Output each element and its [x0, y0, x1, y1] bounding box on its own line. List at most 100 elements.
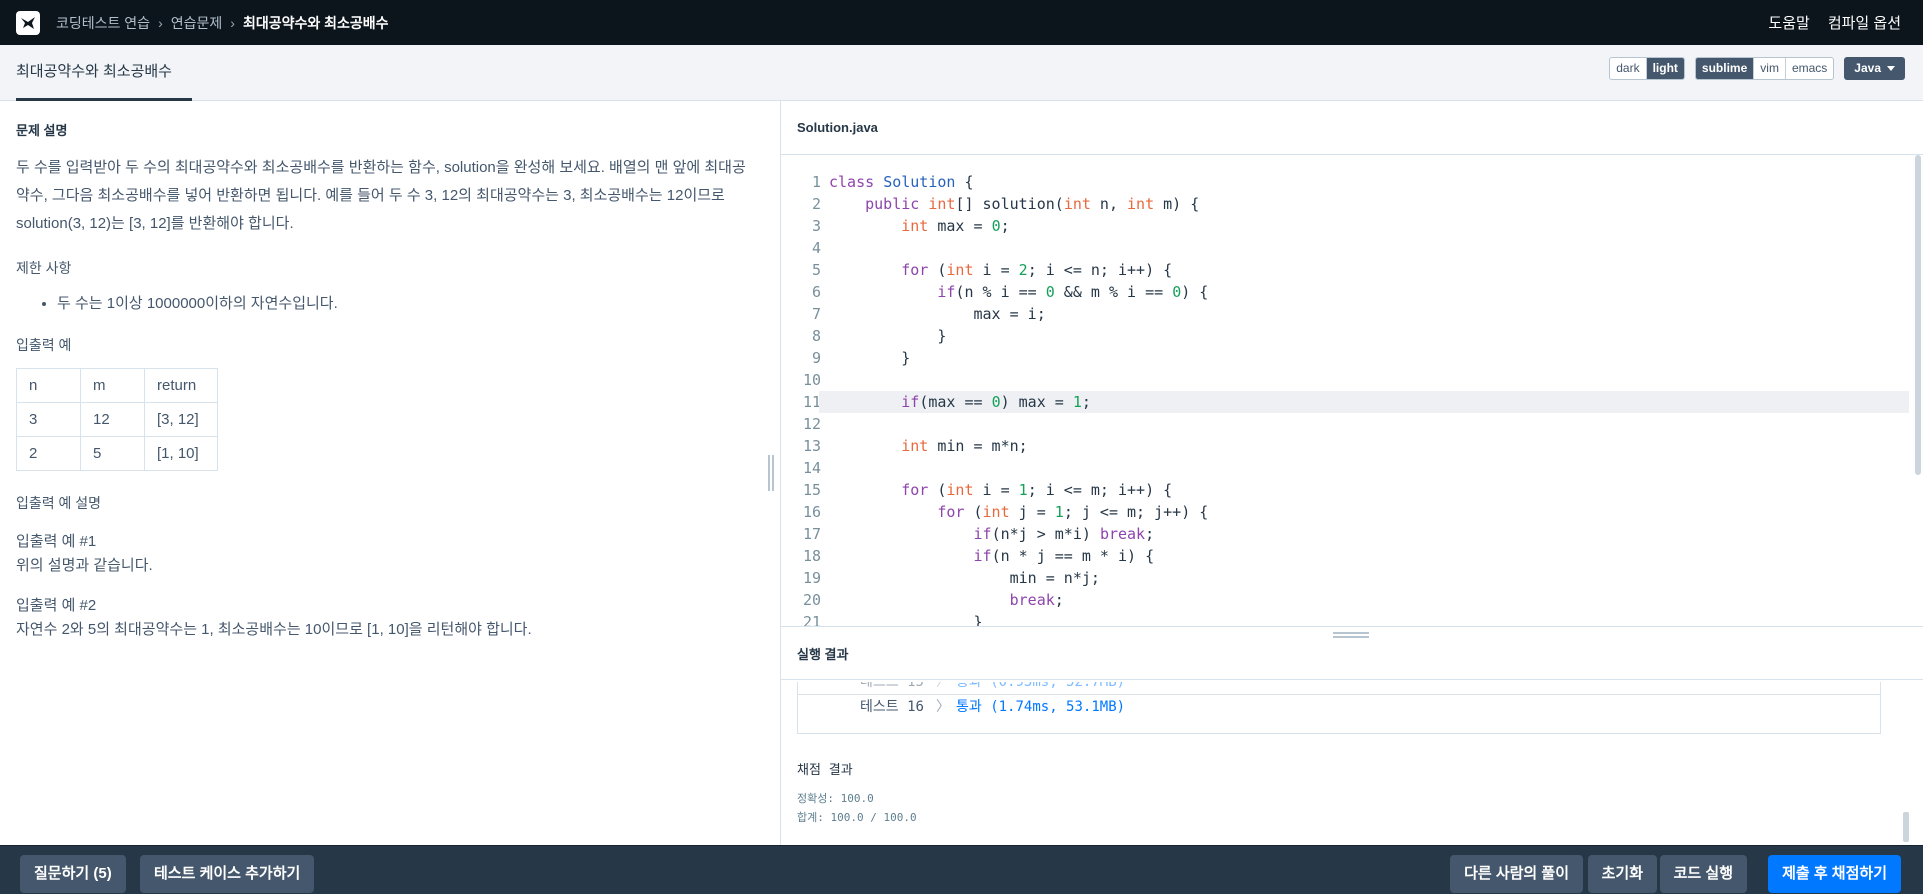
line-number: 4	[811, 239, 821, 257]
constraint-item: 두 수는 1이상 1000000이하의 자연수입니다.	[57, 292, 764, 313]
test-status: 통과 (0.93ms, 52.7MB)	[956, 682, 1126, 690]
line-number: 1	[811, 173, 821, 191]
table-row: 3 12 [3, 12]	[16, 402, 218, 437]
code-line[interactable]: min = n*j;	[829, 567, 1909, 589]
others-solutions-button[interactable]: 다른 사람의 풀이	[1450, 855, 1583, 893]
keymap-emacs-button[interactable]: emacs	[1784, 58, 1833, 79]
keymap-sublime-button[interactable]: sublime	[1695, 58, 1754, 79]
language-label: Java	[1854, 61, 1881, 75]
code-line[interactable]: for (int i = 2; i <= n; i++) {	[829, 259, 1909, 281]
table-cell: [3, 12]	[144, 402, 218, 437]
line-number: 5	[811, 261, 821, 279]
code-line[interactable]: max = i;	[829, 303, 1909, 325]
example1-title: 입출력 예 #1	[16, 533, 97, 550]
table-cell: 3	[16, 402, 81, 437]
chevron-right-icon: 〉	[936, 682, 950, 690]
line-number: 10	[802, 371, 821, 389]
keymap-vim-button[interactable]: vim	[1753, 58, 1785, 79]
list-item: 테스트 16 〉 통과 (1.74ms, 53.1MB)	[798, 694, 1880, 718]
code-line[interactable]	[829, 237, 1909, 259]
line-number: 7	[811, 305, 821, 323]
code-line[interactable]: for (int i = 1; i <= m; i++) {	[829, 479, 1909, 501]
code-line[interactable]: class Solution {	[829, 171, 1909, 193]
example1-text: 위의 설명과 같습니다.	[16, 557, 153, 574]
table-cell: [1, 10]	[144, 436, 218, 471]
compile-options-link[interactable]: 컴파일 옵션	[1828, 12, 1901, 33]
table-header-cell: m	[80, 368, 145, 403]
line-number: 8	[811, 327, 821, 345]
line-number: 16	[802, 503, 821, 521]
code-line[interactable]: if(n % i == 0 && m % i == 0) {	[829, 281, 1909, 303]
code-line[interactable]: int max = 0;	[829, 215, 1909, 237]
editor-filename: Solution.java	[797, 120, 878, 135]
line-number: 20	[802, 591, 821, 609]
code-line[interactable]: }	[829, 611, 1909, 626]
code-line[interactable]	[829, 413, 1909, 435]
line-number-gutter: 1 2 3 4 5 6 7 8 9 10 11 12 13 14 15 16 17 18 19 20 21	[781, 171, 821, 626]
result-scrollbar[interactable]	[1903, 812, 1909, 842]
table-header-row: n m return	[16, 368, 218, 403]
test-label: 테스트 16	[860, 699, 924, 715]
add-testcase-button[interactable]: 테스트 케이스 추가하기	[140, 855, 315, 893]
code-line[interactable]: int min = m*n;	[829, 435, 1909, 457]
keymap-toggle: sublime vim emacs	[1694, 57, 1835, 80]
list-item: 테스트 15 〉 통과 (0.93ms, 52.7MB)	[798, 682, 1880, 694]
line-number: 11	[802, 393, 821, 411]
line-number: 6	[811, 283, 821, 301]
run-code-button[interactable]: 코드 실행	[1659, 855, 1747, 893]
ask-question-button[interactable]: 질문하기 (5)	[20, 855, 126, 893]
code-line[interactable]: if(n * j == m * i) {	[829, 545, 1909, 567]
language-dropdown[interactable]: Java	[1844, 57, 1905, 80]
io-explain-title: 입출력 예 설명	[16, 495, 102, 511]
table-cell: 12	[80, 402, 145, 437]
horizontal-resize-handle[interactable]	[1333, 630, 1369, 640]
code-line[interactable]: }	[829, 347, 1909, 369]
code-editor[interactable]: 1 2 3 4 5 6 7 8 9 10 11 12 13 14 15 16 17 18 19 20 21 class …	[781, 155, 1923, 626]
test-status: 통과 (1.74ms, 53.1MB)	[956, 699, 1126, 715]
chevron-right-icon: ›	[158, 14, 163, 31]
code-area[interactable]: class Solution { public int[] solution(i…	[819, 171, 1909, 626]
constraints-title: 제한 사항	[16, 260, 72, 276]
grade-accuracy: 정확성: 100.0	[797, 792, 874, 805]
theme-dark-button[interactable]: dark	[1610, 58, 1645, 79]
table-cell: 2	[16, 436, 81, 471]
tab-bar: 최대공약수와 최소공배수 dark light sublime vim emac…	[0, 45, 1923, 101]
grade-total: 합계: 100.0 / 100.0	[797, 811, 917, 824]
code-line[interactable]: if(n*j > m*i) break;	[829, 523, 1909, 545]
line-number: 19	[802, 569, 821, 587]
top-navigation: 코딩테스트 연습 › 연습문제 › 최대공약수와 최소공배수 도움말 컴파일 옵…	[0, 0, 1923, 45]
breadcrumb-item-practice[interactable]: 연습문제	[171, 13, 223, 33]
caret-down-icon	[1887, 66, 1895, 72]
table-cell: 5	[80, 436, 145, 471]
chevron-right-icon: ›	[230, 14, 235, 31]
example2-title: 입출력 예 #2	[16, 597, 97, 614]
grade-title: 채점 결과	[797, 763, 853, 778]
code-line[interactable]: }	[829, 325, 1909, 347]
code-line[interactable]	[829, 457, 1909, 479]
submit-button[interactable]: 제출 후 채점하기	[1768, 855, 1901, 893]
code-line[interactable]: public int[] solution(int n, int m) {	[829, 193, 1909, 215]
line-number: 3	[811, 217, 821, 235]
breadcrumb-item-coding-test[interactable]: 코딩테스트 연습	[56, 13, 150, 33]
problem-panel: 문제 설명 두 수를 입력받아 두 수의 최대공약수와 최소공배수를 반환하는 …	[0, 101, 780, 845]
tab-problem-title[interactable]: 최대공약수와 최소공배수	[16, 45, 192, 101]
code-line[interactable]: if(max == 0) max = 1;	[819, 391, 1909, 413]
code-line[interactable]: break;	[829, 589, 1909, 611]
line-number: 13	[802, 437, 821, 455]
editor-scrollbar[interactable]	[1915, 155, 1921, 475]
code-line[interactable]: for (int j = 1; j <= m; j++) {	[829, 501, 1909, 523]
example2-text: 자연수 2와 5의 최대공약수는 1, 최소공배수는 10이므로 [1, 10]…	[16, 621, 532, 638]
theme-toggle: dark light	[1609, 57, 1685, 80]
line-number: 21	[802, 613, 821, 626]
programmers-logo-icon[interactable]	[16, 10, 40, 35]
vertical-resize-handle[interactable]	[767, 455, 777, 491]
code-line[interactable]	[829, 369, 1909, 391]
io-title: 입출력 예	[16, 337, 72, 353]
line-number: 2	[811, 195, 821, 213]
help-link[interactable]: 도움말	[1768, 12, 1809, 33]
result-panel: 테스트 15 〉 통과 (0.93ms, 52.7MB) 테스트 16 〉 통과…	[781, 680, 1923, 845]
breadcrumb: 코딩테스트 연습 › 연습문제 › 최대공약수와 최소공배수	[56, 13, 389, 33]
result-title: 실행 결과	[797, 647, 849, 662]
reset-button[interactable]: 초기화	[1587, 855, 1657, 893]
theme-light-button[interactable]: light	[1645, 58, 1684, 79]
